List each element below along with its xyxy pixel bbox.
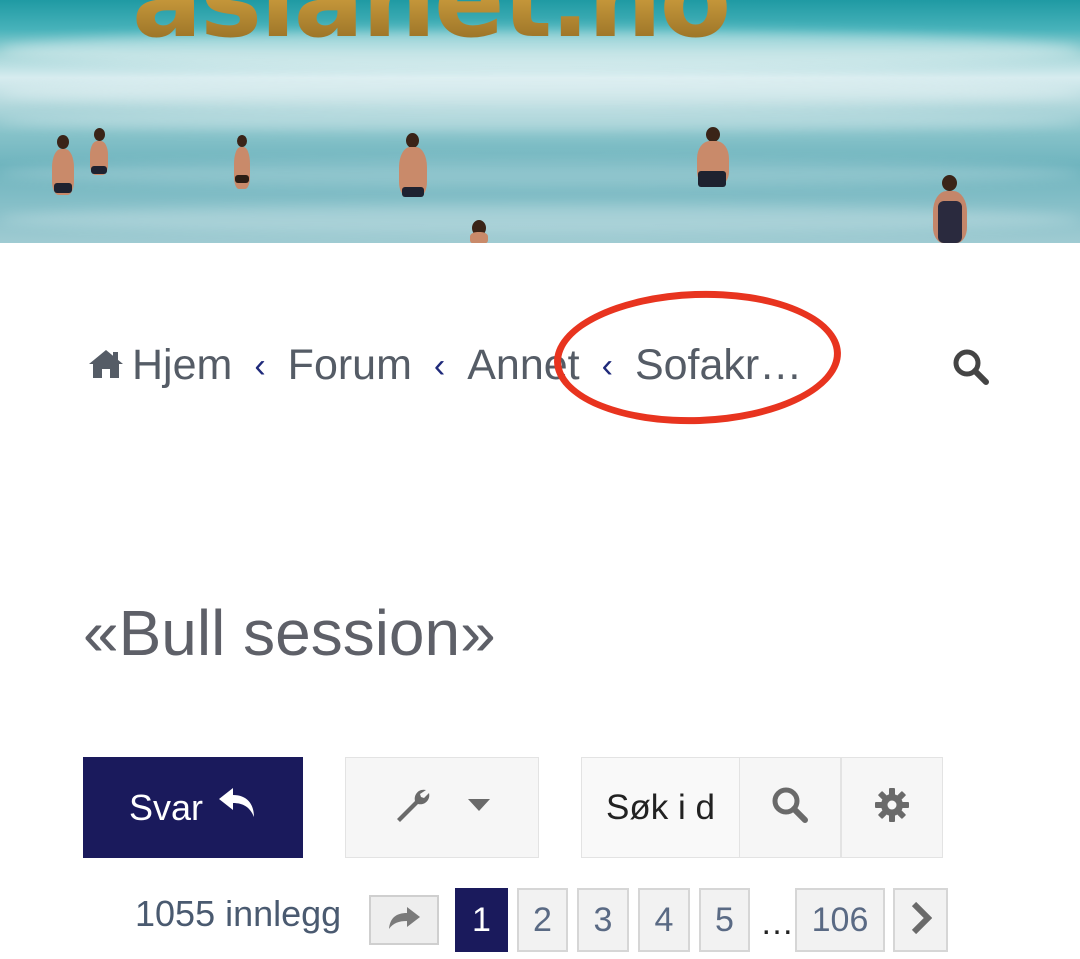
breadcrumb-separator: ‹ — [433, 346, 446, 385]
post-count: 1055 innlegg — [135, 893, 342, 934]
thread-search-input[interactable] — [581, 757, 739, 858]
thread-search — [581, 757, 943, 858]
breadcrumb-home-label: Hjem — [132, 340, 233, 389]
gear-icon — [874, 787, 910, 828]
home-icon — [88, 341, 124, 390]
share-arrow-icon — [387, 906, 421, 935]
breadcrumb-home[interactable]: Hjem — [88, 341, 232, 390]
page-1-button[interactable]: 1 — [455, 888, 508, 952]
reply-button[interactable]: Svar — [83, 757, 303, 858]
page-3-button[interactable]: 3 — [577, 888, 629, 952]
thread-title: «Bull session» — [83, 597, 496, 669]
red-highlight-circle — [551, 286, 844, 429]
jump-to-page-button[interactable] — [369, 895, 439, 945]
page-last-button[interactable]: 106 — [795, 888, 885, 952]
page-4-button[interactable]: 4 — [638, 888, 690, 952]
page-2-button[interactable]: 2 — [517, 888, 568, 952]
caret-down-icon — [467, 798, 491, 817]
reply-button-label: Svar — [128, 786, 204, 828]
search-icon — [770, 785, 810, 830]
thread-search-button[interactable] — [739, 757, 841, 858]
page-5-button[interactable]: 5 — [699, 888, 750, 952]
search-settings-button[interactable] — [841, 757, 943, 858]
reply-arrow-icon — [217, 786, 257, 829]
breadcrumb-forum[interactable]: Forum — [288, 341, 412, 390]
site-logo[interactable]: asianet.no — [132, 0, 731, 52]
breadcrumb-separator: ‹ — [254, 346, 266, 385]
header-banner: asianet.no — [0, 0, 1080, 243]
chevron-right-icon — [910, 901, 932, 939]
search-icon[interactable] — [951, 347, 991, 392]
next-page-button[interactable] — [893, 888, 948, 952]
wrench-icon — [393, 785, 433, 830]
pagination-ellipsis: … — [760, 904, 794, 942]
thread-tools-dropdown[interactable] — [345, 757, 539, 858]
